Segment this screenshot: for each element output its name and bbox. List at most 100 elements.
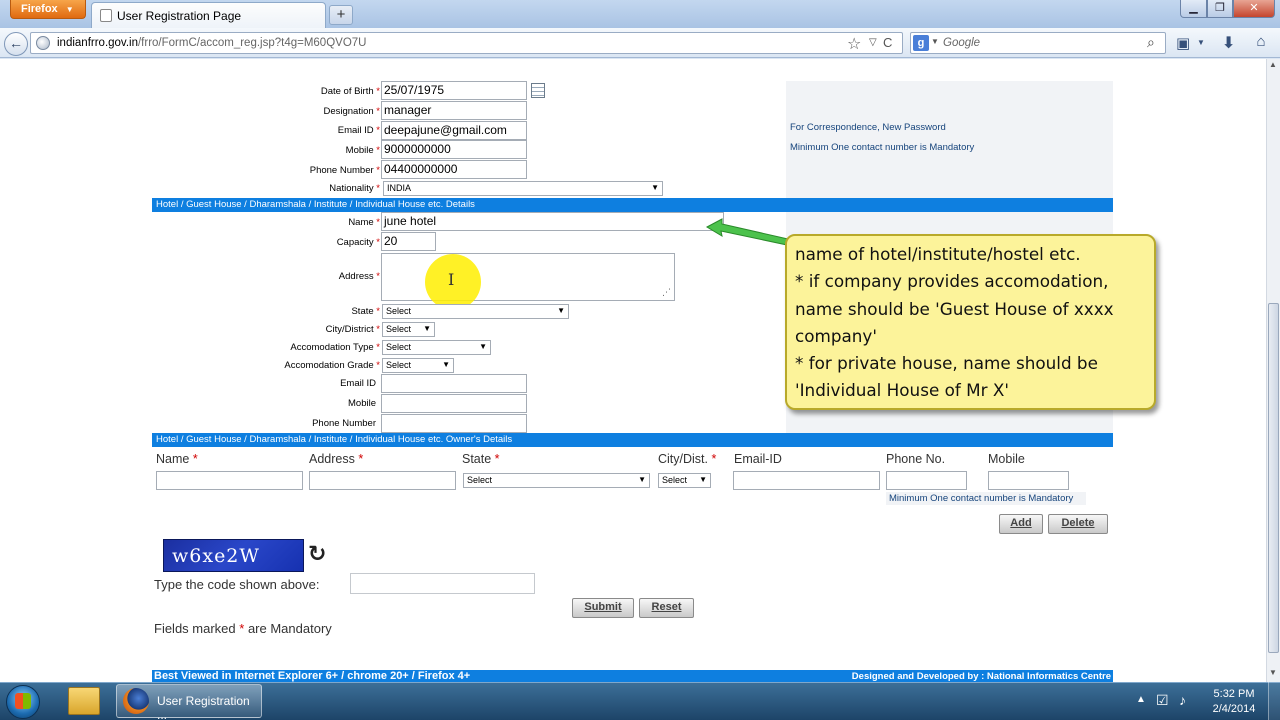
star-icon[interactable]: ☆ <box>847 34 861 54</box>
city-value: Select <box>386 324 412 334</box>
owner-name-field[interactable] <box>156 471 303 490</box>
hotel-phone-field[interactable] <box>381 414 527 433</box>
add-button[interactable]: Add <box>999 514 1043 534</box>
side-note-panel <box>786 81 1113 198</box>
hotel-name-label: Name * <box>348 217 380 228</box>
taskbar-firefox-button[interactable]: User Registration ... <box>116 684 262 720</box>
owner-phone-field[interactable] <box>886 471 967 490</box>
tray-expand-icon[interactable]: ▲ <box>1136 694 1146 705</box>
taskbar-firefox-label: User Registration ... <box>157 694 250 720</box>
callout-line: * if company provides accomodation, <box>795 271 1109 292</box>
scrollbar-thumb[interactable] <box>1268 303 1279 653</box>
dob-field[interactable]: 25/07/1975 <box>381 81 527 100</box>
nationality-select[interactable]: INDIA ▼ <box>383 181 663 196</box>
reload-icon[interactable]: C <box>883 35 892 50</box>
hotel-email-label: Email ID <box>340 378 376 389</box>
hotel-mobile-field[interactable] <box>381 394 527 413</box>
refresh-icon[interactable]: ↻ <box>308 541 326 567</box>
address-label: Address * <box>338 271 380 282</box>
state-select[interactable]: Select ▼ <box>382 304 569 319</box>
owner-address-field[interactable] <box>309 471 456 490</box>
search-bar[interactable]: g ▼ Google ⌕ <box>910 32 1166 54</box>
url-path: /frro/FormC/accom_reg.jsp?t4g=M60QVO7U <box>137 37 367 49</box>
chevron-down-icon[interactable]: ▼ <box>1197 38 1205 47</box>
owner-city-select[interactable]: Select ▼ <box>658 473 711 488</box>
submit-button[interactable]: Submit <box>572 598 634 618</box>
calendar-icon[interactable] <box>531 83 545 98</box>
folder-icon[interactable] <box>68 687 100 715</box>
show-desktop-button[interactable] <box>1268 682 1280 720</box>
search-icon[interactable]: ⌕ <box>1147 34 1155 51</box>
chevron-down-icon: ▼ <box>442 360 450 369</box>
hotel-email-field[interactable] <box>381 374 527 393</box>
owner-mobile-field[interactable] <box>988 471 1069 490</box>
designation-field[interactable]: manager <box>381 101 527 120</box>
hotel-phone-label: Phone Number <box>312 418 376 429</box>
resize-grip-icon[interactable]: ⋰ <box>662 287 671 298</box>
acc-grade-value: Select <box>386 360 412 370</box>
scroll-up-icon[interactable]: ▲ <box>1267 60 1279 74</box>
search-engine-icon[interactable]: g <box>913 35 929 51</box>
footer-credit: Designed and Developed by : National Inf… <box>851 671 1111 682</box>
owner-contact-note: Minimum One contact number is Mandatory <box>886 492 1086 505</box>
owner-col-address: Address * <box>309 452 364 466</box>
minimize-button[interactable]: ▁ <box>1180 0 1207 18</box>
acc-grade-select[interactable]: Select ▼ <box>382 358 454 373</box>
chevron-down-icon[interactable]: ▼ <box>931 37 939 46</box>
chevron-down-icon: ▼ <box>423 324 431 333</box>
chevron-down-icon: ▼ <box>699 475 707 484</box>
back-arrow-icon[interactable]: ← <box>4 32 28 56</box>
email-field[interactable]: deepajune@gmail.com <box>381 121 527 140</box>
capacity-label: Capacity * <box>336 237 380 248</box>
owner-col-email: Email-ID <box>734 452 782 466</box>
scroll-down-icon[interactable]: ▼ <box>1267 668 1279 682</box>
download-icon[interactable]: ⬇ <box>1222 33 1235 53</box>
chevron-down-icon: ▼ <box>557 306 565 315</box>
callout-line: name of hotel/institute/hostel etc. <box>795 244 1081 264</box>
url-text[interactable]: indianfrro.gov.in/frro/FormC/accom_reg.j… <box>57 37 366 49</box>
acc-type-label: Accomodation Type * <box>290 342 380 353</box>
mobile-label: Mobile * <box>345 145 380 156</box>
state-label: State * <box>351 306 380 317</box>
page-footer: Best Viewed in Internet Explorer 6+ / ch… <box>152 670 1113 682</box>
captcha-prompt: Type the code shown above: <box>154 577 320 592</box>
url-bar[interactable]: indianfrro.gov.in/frro/FormC/accom_reg.j… <box>30 32 903 54</box>
search-input[interactable]: Google <box>943 37 980 49</box>
firefox-menu-button[interactable]: Firefox ▼ <box>10 0 86 19</box>
new-tab-button[interactable]: + <box>329 5 353 25</box>
acc-type-value: Select <box>386 342 412 352</box>
home-icon[interactable]: ⌂ <box>1250 33 1272 53</box>
text-cursor-icon: I <box>448 270 455 289</box>
chevron-down-icon: ▼ <box>479 342 487 351</box>
chevron-down-icon[interactable]: ▽ <box>869 37 877 48</box>
owner-state-select[interactable]: Select ▼ <box>463 473 650 488</box>
network-icon[interactable]: ☑ <box>1156 692 1169 709</box>
maximize-button[interactable]: ❐ <box>1207 0 1233 18</box>
capacity-field[interactable]: 20 <box>381 232 436 251</box>
reset-button[interactable]: Reset <box>639 598 694 618</box>
url-host: indianfrro.gov.in <box>57 37 138 49</box>
volume-icon[interactable]: ♪ <box>1179 692 1186 708</box>
phone-field[interactable]: 04400000000 <box>381 160 527 179</box>
callout-arrow-icon <box>705 218 789 246</box>
captcha-input[interactable] <box>350 573 535 594</box>
acc-type-select[interactable]: Select ▼ <box>382 340 491 355</box>
city-select[interactable]: Select ▼ <box>382 322 435 337</box>
callout-line: company' <box>795 325 877 346</box>
owner-col-phone: Phone No. <box>886 452 946 466</box>
system-clock[interactable]: 5:32 PM 2/4/2014 <box>1204 687 1264 717</box>
bookmark-icon[interactable]: ▣ <box>1176 34 1190 52</box>
owner-email-field[interactable] <box>733 471 880 490</box>
owner-section-header: Hotel / Guest House / Dharamshala / Inst… <box>152 433 1113 447</box>
close-button[interactable]: ✕ <box>1233 0 1275 18</box>
hotel-mobile-label: Mobile <box>348 398 376 409</box>
chevron-down-icon: ▼ <box>65 5 74 14</box>
owner-state-value: Select <box>467 475 493 485</box>
browser-tab[interactable]: User Registration Page <box>91 2 326 28</box>
phone-label: Phone Number * <box>309 165 380 176</box>
designation-label: Designation * <box>323 106 380 117</box>
mobile-field[interactable]: 9000000000 <box>381 140 527 159</box>
hotel-name-field[interactable]: june hotel <box>381 212 724 231</box>
hotel-section-header: Hotel / Guest House / Dharamshala / Inst… <box>152 198 1113 212</box>
delete-button[interactable]: Delete <box>1048 514 1108 534</box>
